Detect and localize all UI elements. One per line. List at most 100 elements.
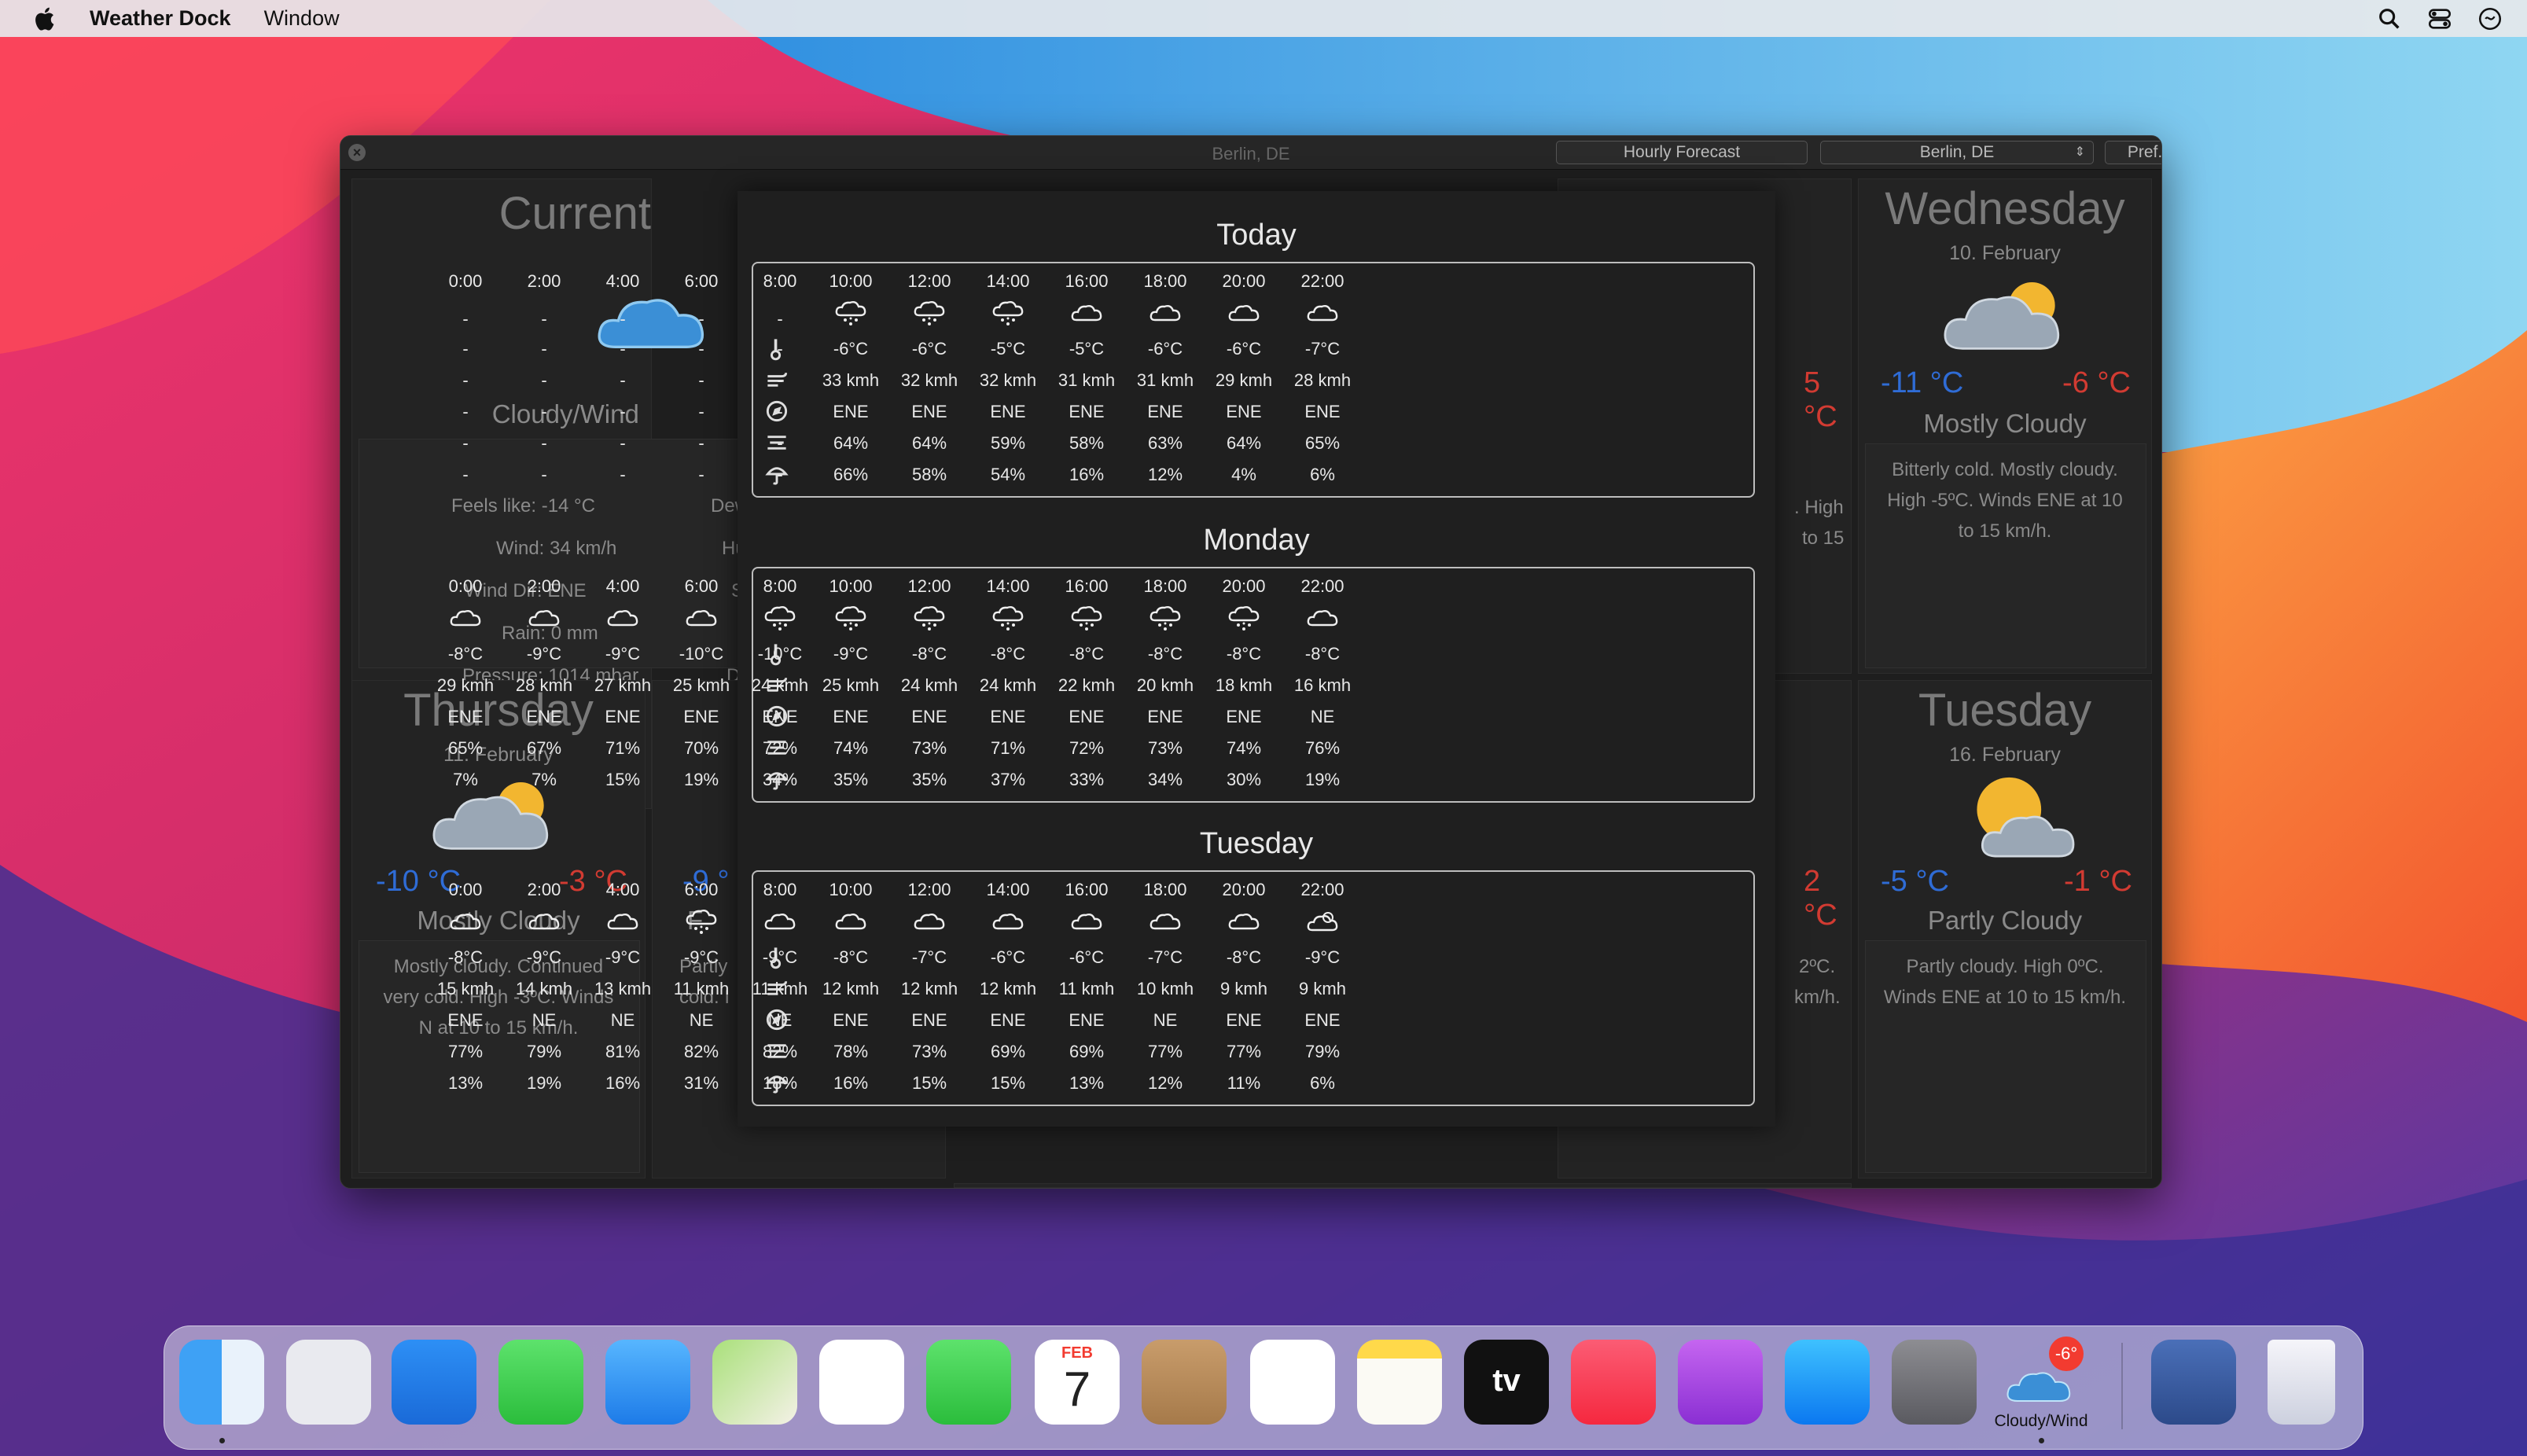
hourly-wind-value: 12 kmh bbox=[822, 979, 880, 998]
window-menu[interactable]: Window bbox=[264, 6, 340, 31]
calendar-icon[interactable]: FEB 7 bbox=[1035, 1340, 1120, 1425]
dock-separator bbox=[2121, 1343, 2123, 1429]
hourly-temp-value: -8°C bbox=[833, 947, 869, 967]
tv-label: tv bbox=[1492, 1363, 1521, 1398]
apple-menu-icon[interactable] bbox=[31, 5, 60, 33]
messages-icon[interactable] bbox=[498, 1340, 583, 1425]
hourly-temp-value: -7°C bbox=[911, 947, 947, 967]
forecast-card-wednesday: Wednesday 10. February -11 °C -6 °C Most… bbox=[1858, 178, 2152, 674]
hourly-forecast-button[interactable]: Hourly Forecast bbox=[1556, 141, 1808, 164]
snow-icon bbox=[835, 605, 866, 631]
facetime-icon[interactable] bbox=[926, 1340, 1011, 1425]
hourly-humidity-value: 69% bbox=[1069, 1042, 1105, 1061]
hourly-temp-value: - bbox=[620, 339, 626, 358]
high-temp: 5 °C bbox=[1804, 366, 1837, 433]
hourly-precip-value: - bbox=[620, 465, 626, 484]
city-select[interactable]: Berlin, DE ⇕ bbox=[1820, 141, 2094, 164]
maps-icon[interactable] bbox=[712, 1340, 797, 1425]
hourly-precip-value: 30% bbox=[1226, 770, 1262, 789]
hourly-humidity-value: - bbox=[777, 433, 783, 453]
hourly-wind-value: 18 kmh bbox=[1215, 675, 1273, 695]
cloud-icon bbox=[528, 609, 560, 627]
hourly-precip-value: 35% bbox=[911, 770, 947, 789]
hourly-precip-value: 6% bbox=[1310, 465, 1335, 484]
photos-icon[interactable] bbox=[819, 1340, 904, 1425]
time-header: 14:00 bbox=[986, 576, 1030, 596]
hourly-temp-value: -8°C bbox=[990, 644, 1026, 664]
spotlight-search-icon[interactable] bbox=[2376, 6, 2403, 32]
podcasts-icon[interactable] bbox=[1678, 1340, 1763, 1425]
hourly-wind-value: 10 kmh bbox=[1136, 979, 1194, 998]
card-description-line1: 2ºC. bbox=[1799, 956, 1836, 977]
weather-badge: -6° bbox=[2049, 1337, 2084, 1371]
directory-utility-icon[interactable] bbox=[2151, 1340, 2236, 1425]
snow-icon bbox=[914, 300, 945, 325]
safari-icon[interactable] bbox=[392, 1340, 476, 1425]
running-indicator bbox=[219, 1438, 225, 1443]
hourly-dir-value: - bbox=[777, 402, 783, 421]
finder-icon[interactable] bbox=[179, 1340, 264, 1425]
hourly-wind-value: 12 kmh bbox=[900, 979, 958, 998]
hourly-precip-value: 19% bbox=[683, 770, 719, 789]
hourly-precip-value: 4% bbox=[1231, 465, 1256, 484]
hourly-precip-value: 15% bbox=[911, 1073, 947, 1093]
hourly-humidity-value: 78% bbox=[833, 1042, 869, 1061]
hourly-wind-value: 32 kmh bbox=[979, 370, 1037, 390]
snow-icon bbox=[686, 909, 717, 934]
tv-icon[interactable]: tv bbox=[1464, 1340, 1549, 1425]
hourly-temp-value: -8°C bbox=[1304, 644, 1341, 664]
app-name-menu[interactable]: Weather Dock bbox=[90, 6, 231, 31]
hourly-precip-value: 16% bbox=[1069, 465, 1105, 484]
mail-icon[interactable] bbox=[605, 1340, 690, 1425]
time-header: 20:00 bbox=[1222, 880, 1266, 899]
launchpad-icon[interactable] bbox=[286, 1340, 371, 1425]
hourly-humidity-value: 59% bbox=[990, 433, 1026, 453]
preferences-button[interactable]: Pref. bbox=[2105, 141, 2161, 164]
contacts-icon[interactable] bbox=[1142, 1340, 1227, 1425]
control-center-icon[interactable] bbox=[2426, 6, 2453, 32]
hourly-wind-value: 33 kmh bbox=[822, 370, 880, 390]
card-description-line2: to 15 bbox=[1802, 528, 1845, 549]
system-preferences-icon[interactable] bbox=[1892, 1340, 1977, 1425]
hourly-humidity-value: 72% bbox=[762, 738, 798, 758]
hourly-humidity-value: 82% bbox=[683, 1042, 719, 1061]
hourly-wind-value: 24 kmh bbox=[979, 675, 1037, 695]
hourly-dir-value: ENE bbox=[447, 1010, 484, 1030]
app-store-icon[interactable] bbox=[1785, 1340, 1870, 1425]
current-heading: Current bbox=[498, 188, 651, 239]
hourly-temp-value: -9°C bbox=[833, 644, 869, 664]
hourly-precip-value: 15% bbox=[990, 1073, 1026, 1093]
hourly-precip-value: 12% bbox=[1147, 1073, 1183, 1093]
card-date: 10. February bbox=[1949, 242, 2061, 264]
time-header: 14:00 bbox=[986, 271, 1030, 291]
low-temp: -11 °C bbox=[1881, 366, 1964, 399]
hourly-precip-value: 11% bbox=[1227, 1073, 1261, 1093]
siri-icon[interactable] bbox=[2477, 6, 2503, 32]
cloud-icon bbox=[914, 913, 945, 930]
hourly-temp-value: -8°C bbox=[447, 644, 484, 664]
reminders-icon[interactable] bbox=[1250, 1340, 1335, 1425]
trash-icon[interactable] bbox=[2268, 1340, 2335, 1425]
cloud-icon bbox=[1228, 913, 1260, 930]
time-header: 10:00 bbox=[829, 880, 873, 899]
cloud-icon bbox=[528, 913, 560, 930]
time-header: 6:00 bbox=[684, 880, 719, 899]
notes-icon[interactable] bbox=[1357, 1340, 1442, 1425]
hourly-humidity-value: 73% bbox=[1147, 738, 1183, 758]
hourly-dir-value: ENE bbox=[1304, 402, 1341, 421]
hourly-temp-value: -6°C bbox=[1147, 339, 1183, 358]
hourly-humidity-value: - bbox=[698, 433, 704, 453]
hourly-humidity-value: - bbox=[462, 433, 469, 453]
hourly-dir-value: ENE bbox=[1069, 707, 1105, 726]
hourly-precip-value: 58% bbox=[911, 465, 947, 484]
hourly-temp-value: -9°C bbox=[1304, 947, 1341, 967]
hourly-precip-value: 18% bbox=[762, 1073, 798, 1093]
weather-dock-label: Cloudy/Wind bbox=[1994, 1412, 2088, 1430]
hourly-wind-value: 25 kmh bbox=[672, 675, 730, 695]
music-icon[interactable] bbox=[1571, 1340, 1656, 1425]
city-select-value: Berlin, DE bbox=[1919, 143, 1995, 161]
cloud-icon bbox=[686, 609, 717, 627]
time-header: 14:00 bbox=[986, 880, 1030, 899]
hourly-dir-value: ENE bbox=[990, 1010, 1026, 1030]
time-header: 16:00 bbox=[1065, 576, 1109, 596]
